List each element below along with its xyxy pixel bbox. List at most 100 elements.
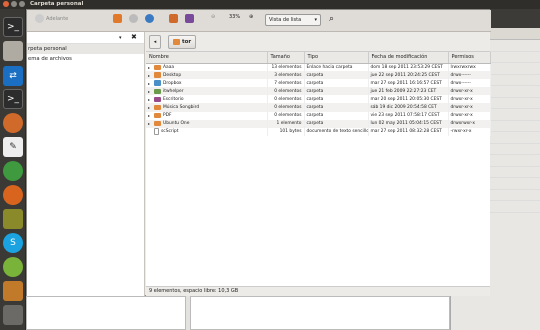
cell-size: 0 elementos: [267, 111, 305, 120]
home-folder-icon: [169, 14, 178, 23]
chevron-down-icon: ▾: [314, 17, 317, 23]
table-row[interactable]: ▸ PDF 0 elementos carpeta vie 23 sep 2011 07…: [146, 111, 491, 120]
cell-name: ▸ Dropbox: [146, 79, 268, 88]
minimize-window-icon[interactable]: [11, 1, 17, 7]
trash-icon[interactable]: [3, 305, 23, 325]
folder-icon: [154, 88, 161, 95]
up-arrow-icon: [113, 14, 122, 23]
close-sidebar-icon[interactable]: ✖: [131, 33, 137, 41]
cell-date: mar 27 sep 2011 16:16:57 CEST: [368, 79, 449, 88]
column-header-name[interactable]: Nombre: [146, 52, 268, 64]
table-row[interactable]: scScript 101 bytes documento de texto senc…: [146, 127, 491, 136]
computer-icon: [185, 14, 194, 23]
view-mode-select[interactable]: Vista de lista ▾: [265, 14, 321, 26]
table-row[interactable]: ▸ Ubuntu One 1 elemento carpeta lun 02 may 2…: [146, 119, 491, 128]
reload-icon: [145, 14, 154, 23]
cell-name: ▸ PDF: [146, 111, 268, 120]
stop-button[interactable]: [129, 14, 138, 23]
expander-icon[interactable]: ▸: [148, 121, 152, 126]
teamviewer-icon[interactable]: ⇄: [3, 66, 23, 86]
text-file-icon: [154, 128, 159, 136]
close-window-icon[interactable]: [3, 1, 9, 7]
table-row[interactable]: ▸ Dropbox 7 elementos carpeta mar 27 sep 201…: [146, 79, 491, 88]
zoom-out-button[interactable]: ⊖: [211, 14, 215, 20]
computer-button[interactable]: [185, 14, 194, 23]
cell-type: carpeta: [304, 71, 369, 80]
up-button[interactable]: [113, 14, 122, 23]
table-row[interactable]: ▸ Desktop 3 elementos carpeta jue 22 sep 201…: [146, 71, 491, 80]
table-row[interactable]: ▸ Escritorio 0 elementos carpeta mar 20 sep …: [146, 95, 491, 104]
reload-button[interactable]: [145, 14, 154, 23]
sidebar-item-home[interactable]: rpeta personal: [27, 44, 144, 54]
file-list-area: ◂ tor Nombre Tamaño Tipo Fecha de modifi…: [146, 32, 491, 296]
skype-icon[interactable]: S: [3, 233, 23, 253]
cell-size: 3 elementos: [267, 71, 305, 80]
back-arrow-icon[interactable]: ◂: [149, 35, 161, 49]
maximize-window-icon[interactable]: [19, 1, 25, 7]
table-row[interactable]: ▸ Aaaa 13 elementos Enlace hacia carpeta dom…: [146, 63, 491, 72]
cell-type: carpeta: [304, 95, 369, 104]
top-panel: Carpeta personal: [0, 0, 540, 9]
column-header-permissions[interactable]: Permisos: [448, 52, 491, 64]
app-icon[interactable]: [3, 281, 23, 301]
column-header-size[interactable]: Tamaño: [267, 52, 305, 64]
breadcrumb: ◂ tor: [146, 32, 490, 52]
archive-icon[interactable]: [3, 209, 23, 229]
folder-icon[interactable]: [3, 41, 23, 61]
cell-size: 0 elementos: [267, 103, 305, 112]
sidebar: ▾ ✖ rpeta personal ema de archivos: [27, 32, 145, 296]
expander-icon[interactable]: ▸: [148, 105, 152, 110]
cell-permissions: drwxr-xr-x: [448, 95, 491, 104]
cell-name: ▸ Escritorio: [146, 95, 268, 104]
forward-button[interactable]: Adelante: [35, 14, 68, 23]
expander-icon[interactable]: ▸: [148, 65, 152, 70]
forward-icon: [35, 14, 44, 23]
cell-name: ▸ itwhelper: [146, 87, 268, 96]
cell-size: 7 elementos: [267, 79, 305, 88]
expander-icon[interactable]: ▸: [148, 73, 152, 78]
cell-permissions: -rwxr-xr-x: [448, 127, 491, 136]
firefox-icon[interactable]: [3, 185, 23, 205]
cell-type: documento de texto sencillo: [304, 127, 369, 136]
cell-type: carpeta: [304, 103, 369, 112]
breadcrumb-current[interactable]: tor: [168, 35, 197, 49]
expander-icon[interactable]: ▸: [148, 97, 152, 102]
thunderbird-icon[interactable]: [3, 113, 23, 133]
column-header-type[interactable]: Tipo: [304, 52, 369, 64]
window-title: Carpeta personal: [30, 1, 84, 7]
terminal-2-icon[interactable]: >_: [3, 89, 23, 109]
cell-name: ▸ Aaaa: [146, 63, 268, 72]
cell-type: carpeta: [304, 119, 369, 128]
cell-name: scScript: [146, 127, 268, 136]
search-button[interactable]: ⌕: [329, 14, 334, 24]
column-header-date[interactable]: Fecha de modificación: [368, 52, 449, 64]
table-row[interactable]: ▸ Música Songbird 0 elementos carpeta sáb 19…: [146, 103, 491, 112]
chevron-down-icon[interactable]: ▾: [119, 35, 122, 41]
chrome-icon[interactable]: [3, 161, 23, 181]
spotify-icon[interactable]: [3, 257, 23, 277]
zoom-out-icon: ⊖: [211, 14, 216, 20]
table-row[interactable]: ▸ itwhelper 0 elementos carpeta jue 21 feb 2…: [146, 87, 491, 96]
cell-date: dom 18 sep 2011 23:53:29 CEST: [368, 63, 449, 72]
cell-size: 13 elementos: [267, 63, 305, 72]
toolbar: Adelante ⊖ 33% ⊕ Vista de lista ▾ ⌕: [27, 10, 491, 32]
cell-permissions: lrwxrwxrwx: [448, 63, 491, 72]
zoom-level: 33%: [229, 14, 241, 20]
cell-size: 101 bytes: [267, 127, 305, 136]
folder-icon: [154, 112, 161, 119]
zoom-in-button[interactable]: ⊕: [249, 14, 253, 20]
expander-icon[interactable]: ▸: [148, 81, 152, 86]
text-editor-icon[interactable]: ✎: [3, 137, 23, 157]
home-button[interactable]: [169, 14, 178, 23]
cell-date: jue 21 feb 2009 22:27:23 CET: [368, 87, 449, 96]
cell-permissions: drwx------: [448, 79, 491, 88]
expander-icon[interactable]: ▸: [148, 89, 152, 94]
cell-type: carpeta: [304, 79, 369, 88]
status-bar: 9 elementos, espacio libre: 10,3 GB: [146, 286, 490, 296]
sidebar-item-filesystem[interactable]: ema de archivos: [27, 54, 144, 64]
expander-icon[interactable]: ▸: [148, 113, 152, 118]
terminal-icon[interactable]: >_: [3, 17, 23, 37]
cell-size: 0 elementos: [267, 95, 305, 104]
file-table: Nombre Tamaño Tipo Fecha de modificación…: [146, 52, 491, 136]
folder-icon: [154, 64, 161, 71]
